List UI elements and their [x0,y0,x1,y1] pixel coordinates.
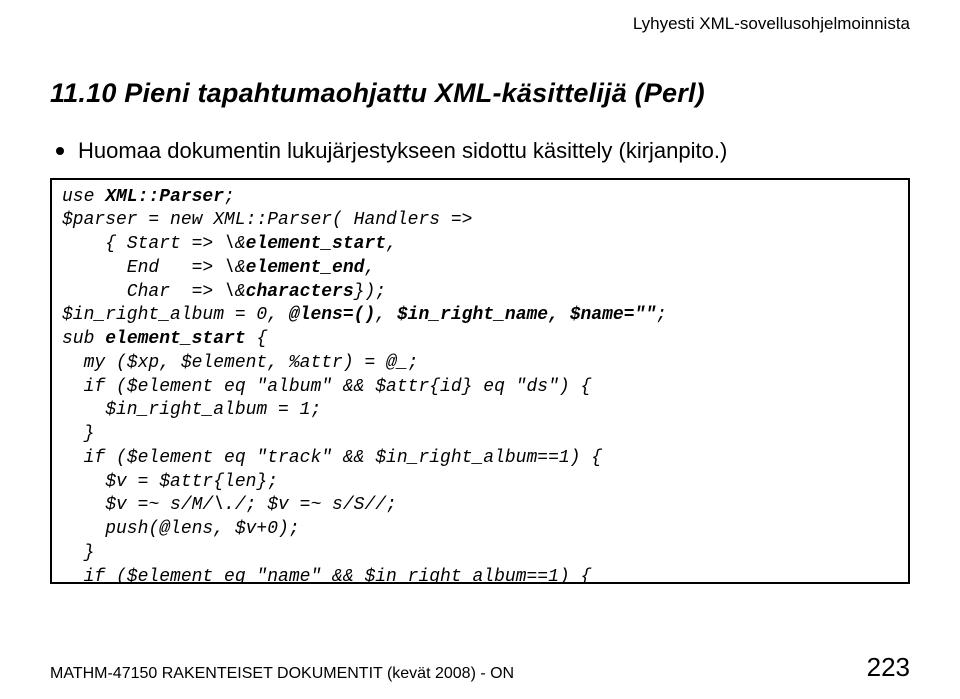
code-text: { [246,329,268,349]
footer: MATHM-47150 RAKENTEISET DOKUMENTIT (kevä… [50,652,910,683]
page-number: 223 [867,652,910,683]
code-text: element_start [105,329,245,349]
code-text: sub [62,329,105,349]
code-text: { Start => \& [62,234,246,254]
code-text: } [62,543,94,563]
code-text: }); [354,282,386,302]
code-text: $in_right_album = 1; [62,400,321,420]
page: Lyhyesti XML-sovellusohjelmoinnista 11.1… [0,0,960,699]
running-title: Lyhyesti XML-sovellusohjelmoinnista [633,14,910,34]
code-text: push(@lens, $v+0); [62,519,300,539]
section-title: 11.10 Pieni tapahtumaohjattu XML-käsitte… [50,78,910,109]
code-text: } [62,424,94,444]
code-text: if ($element eq "name" && $in_right_albu… [62,567,591,584]
code-text: XML::Parser [105,187,224,207]
code-text: if ($element eq "album" && $attr{id} eq … [62,377,591,397]
code-text: characters [246,282,354,302]
bullet-item: Huomaa dokumentin lukujärjestykseen sido… [56,137,910,166]
code-text: $in_right_name, $name="" [397,305,656,325]
code-text: $parser = new XML::Parser( Handlers => [62,210,472,230]
code-text: $in_right_album = 0, [62,305,289,325]
code-text: @lens=() [289,305,375,325]
code-text: $v =~ s/M/\./; $v =~ s/S//; [62,495,397,515]
code-text: my ($xp, $element, %attr) = @_; [62,353,418,373]
code-text: $v = $attr{len}; [62,472,278,492]
code-text: , [364,258,375,278]
code-text: element_start [246,234,386,254]
code-text: ; [656,305,667,325]
code-text: , [386,234,397,254]
code-text: use [62,187,105,207]
code-text: if ($element eq "track" && $in_right_alb… [62,448,602,468]
code-text: element_end [246,258,365,278]
footer-course: MATHM-47150 RAKENTEISET DOKUMENTIT (kevä… [50,665,514,683]
bullet-dot-icon [56,147,64,155]
code-text: ; [224,187,235,207]
code-text: Char => \& [62,282,246,302]
code-listing: use XML::Parser; $parser = new XML::Pars… [50,178,910,584]
bullet-text: Huomaa dokumentin lukujärjestykseen sido… [78,137,727,166]
code-text: End => \& [62,258,246,278]
code-text: , [375,305,397,325]
